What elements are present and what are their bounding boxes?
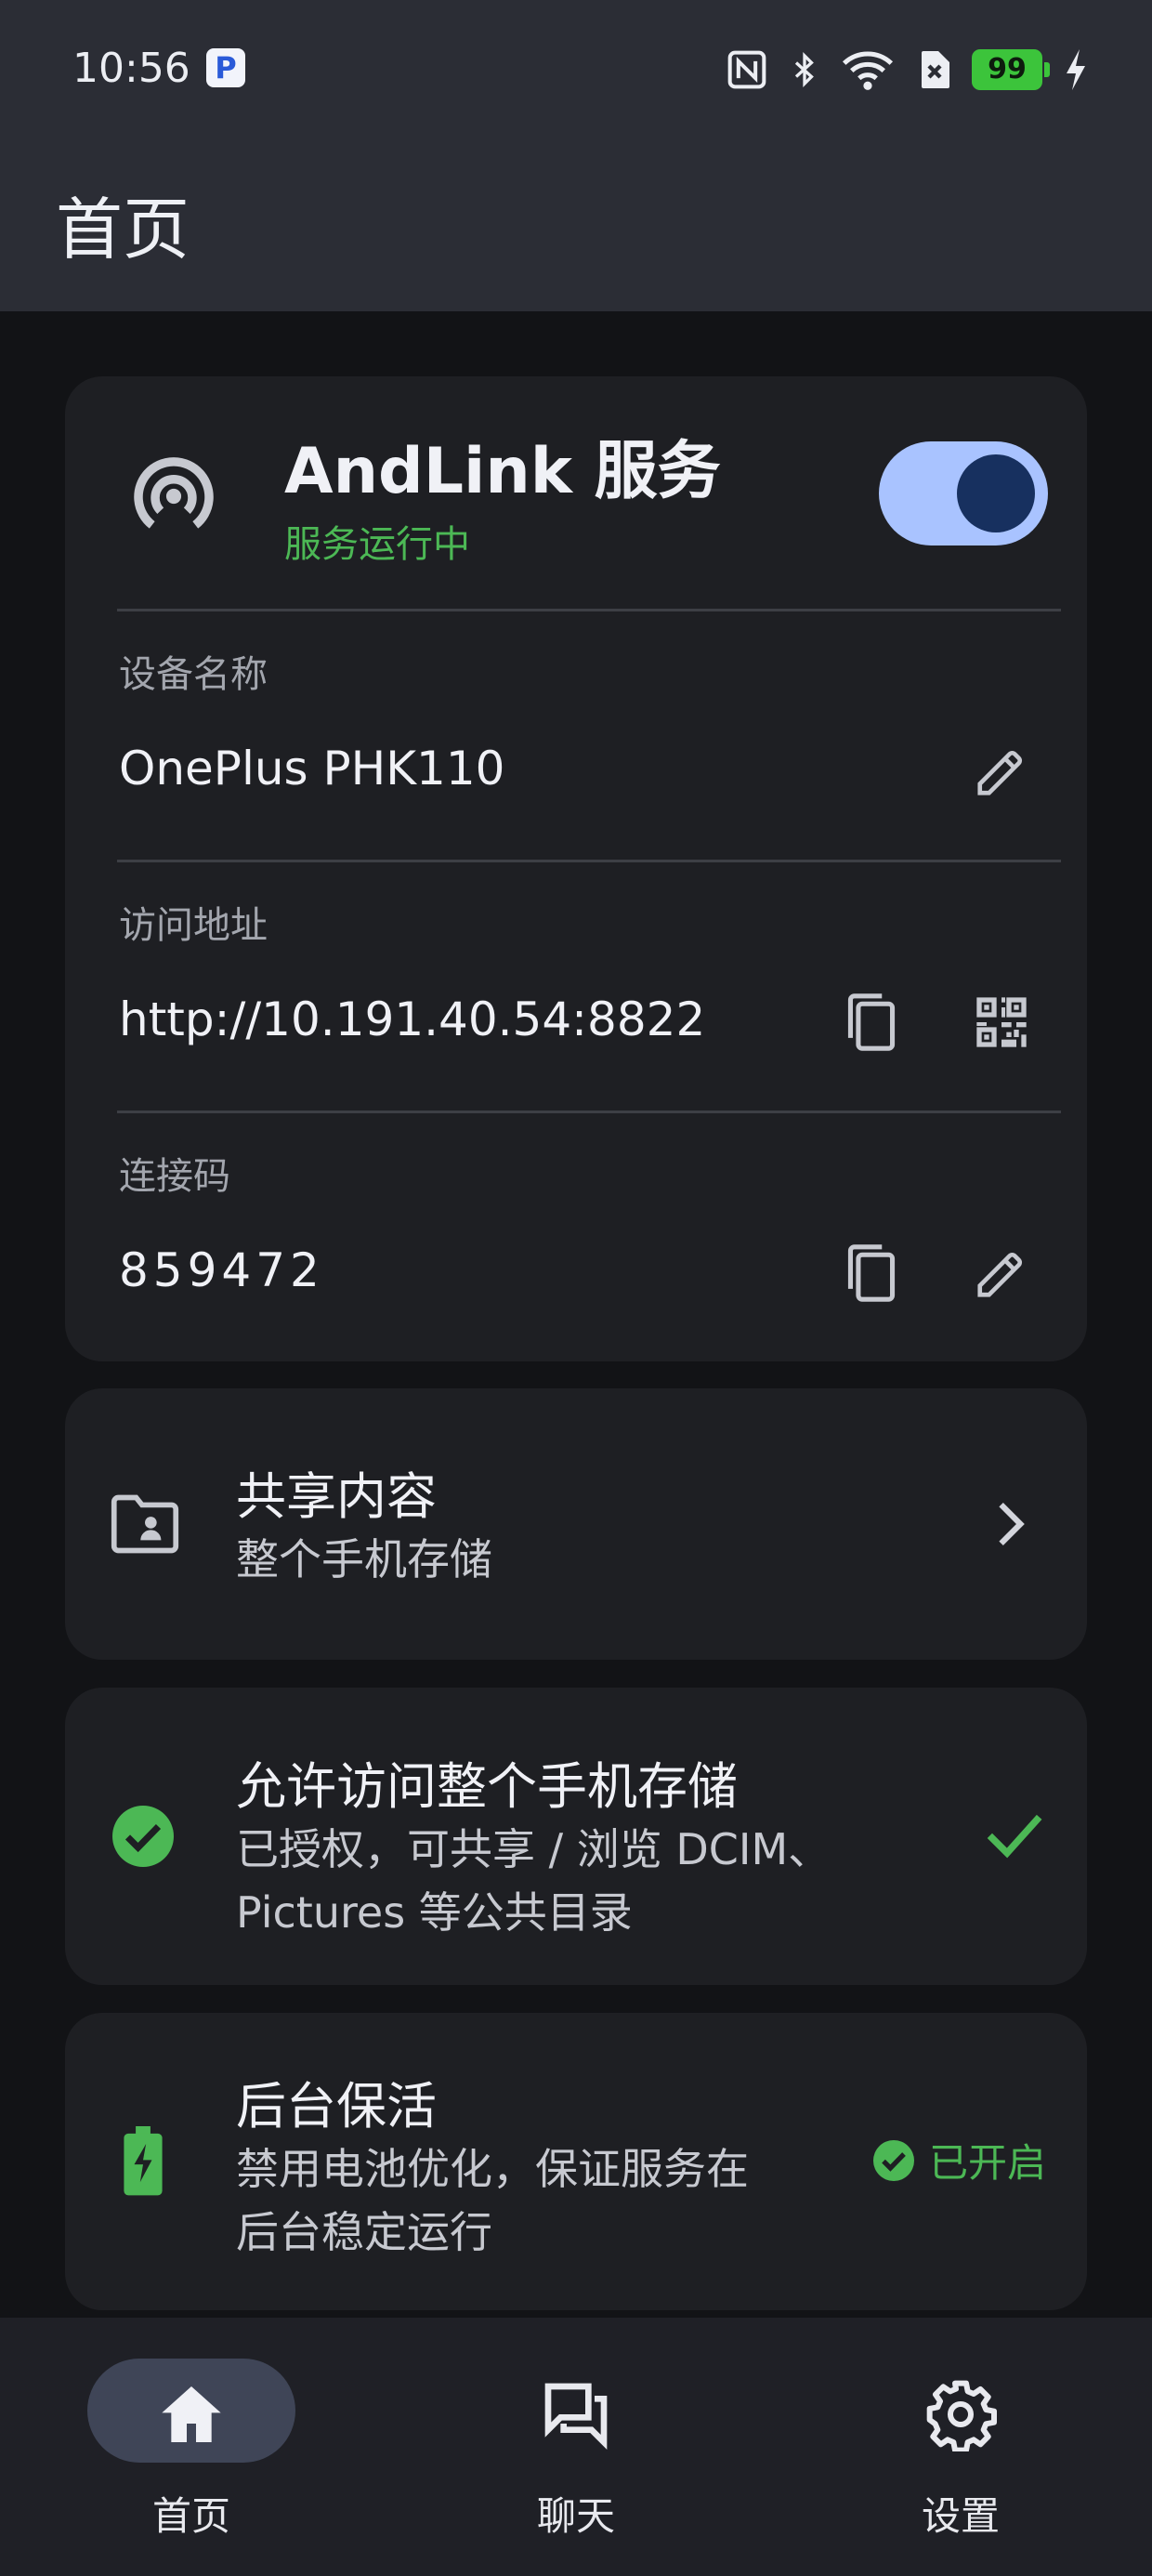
qr-code-icon bbox=[976, 997, 1027, 1047]
shared-content-subtitle: 整个手机存储 bbox=[236, 1534, 492, 1584]
charging-icon bbox=[1067, 49, 1085, 90]
nav-label-home: 首页 bbox=[151, 2493, 230, 2539]
divider bbox=[117, 609, 1061, 611]
page-title: 首页 bbox=[56, 191, 190, 269]
chevron-right-icon bbox=[999, 1502, 1025, 1546]
address-label: 访问地址 bbox=[119, 904, 268, 947]
copy-code-button[interactable] bbox=[834, 1236, 909, 1310]
nav-item-home[interactable]: 首页 bbox=[63, 2359, 305, 2544]
background-keepalive-subtitle-1: 禁用电池优化，保证服务在 bbox=[236, 2144, 749, 2194]
divider bbox=[117, 860, 1061, 862]
edit-icon bbox=[977, 751, 1022, 795]
connection-code-value: 859472 bbox=[119, 1243, 324, 1297]
connection-code-label: 连接码 bbox=[119, 1155, 230, 1198]
edit-device-name-button[interactable] bbox=[964, 734, 1039, 808]
bluetooth-icon bbox=[794, 52, 814, 87]
sim-off-icon bbox=[922, 51, 949, 88]
wifi-icon bbox=[842, 51, 894, 90]
battery-charging-icon bbox=[124, 2126, 163, 2196]
gear-icon bbox=[926, 2380, 997, 2451]
storage-permission-subtitle-2: Pictures 等公共目录 bbox=[236, 1887, 633, 1938]
shared-content-title: 共享内容 bbox=[236, 1467, 437, 1526]
background-keepalive-card[interactable]: 后台保活 禁用电池优化，保证服务在 后台稳定运行 已开启 bbox=[65, 2013, 1087, 2310]
check-circle-icon bbox=[112, 1806, 174, 1867]
shared-folder-icon bbox=[111, 1494, 179, 1554]
copy-icon bbox=[847, 1244, 896, 1302]
chat-icon bbox=[544, 2383, 608, 2451]
status-bar: 10:56 P 99 bbox=[0, 0, 1152, 139]
copy-icon bbox=[847, 993, 896, 1051]
background-keepalive-title: 后台保活 bbox=[236, 2077, 437, 2136]
toggle-knob bbox=[957, 454, 1035, 532]
status-time: 10:56 bbox=[72, 45, 190, 92]
device-name-value: OnePlus PHK110 bbox=[119, 742, 505, 795]
app-notification-icon: P bbox=[206, 48, 245, 87]
nav-item-chat[interactable]: 聊天 bbox=[448, 2359, 689, 2544]
battery-icon: 99 bbox=[972, 49, 1050, 90]
edit-icon bbox=[977, 1253, 1022, 1297]
background-keepalive-subtitle-2: 后台稳定运行 bbox=[236, 2207, 492, 2257]
checkmark-icon bbox=[987, 1814, 1042, 1859]
storage-permission-title: 允许访问整个手机存储 bbox=[236, 1757, 738, 1816]
service-status: 服务运行中 bbox=[284, 523, 470, 566]
service-title: AndLink 服务 bbox=[284, 435, 721, 508]
enabled-text: 已开启 bbox=[929, 2140, 1047, 2186]
check-circle-icon bbox=[873, 2139, 914, 2181]
address-value: http://10.191.40.54:8822 bbox=[119, 992, 706, 1046]
enabled-badge: 已开启 bbox=[871, 2132, 1046, 2188]
device-name-label: 设备名称 bbox=[119, 653, 268, 696]
service-toggle[interactable] bbox=[879, 441, 1048, 545]
copy-address-button[interactable] bbox=[834, 985, 909, 1059]
nav-label-settings: 设置 bbox=[921, 2493, 1000, 2539]
edit-code-button[interactable] bbox=[964, 1236, 1039, 1310]
shared-content-card[interactable]: 共享内容 整个手机存储 bbox=[65, 1388, 1087, 1660]
divider bbox=[117, 1111, 1061, 1113]
nav-item-settings[interactable]: 设置 bbox=[832, 2359, 1074, 2544]
top-app-bar: 首页 bbox=[0, 139, 1152, 311]
service-card: AndLink 服务 服务运行中 设备名称 OnePlus PHK110 访问地… bbox=[65, 376, 1087, 1361]
nav-label-chat: 聊天 bbox=[536, 2493, 615, 2539]
status-icons: 99 bbox=[727, 45, 1089, 95]
broadcast-icon bbox=[134, 457, 214, 529]
qr-code-button[interactable] bbox=[964, 985, 1039, 1059]
storage-permission-subtitle-1: 已授权，可共享 / 浏览 DCIM、 bbox=[236, 1824, 831, 1874]
nfc-icon bbox=[727, 50, 766, 89]
storage-permission-card[interactable]: 允许访问整个手机存储 已授权，可共享 / 浏览 DCIM、 Pictures 等… bbox=[65, 1688, 1087, 1985]
bottom-navigation: 首页 聊天 设置 bbox=[0, 2318, 1152, 2576]
home-icon bbox=[162, 2386, 221, 2442]
